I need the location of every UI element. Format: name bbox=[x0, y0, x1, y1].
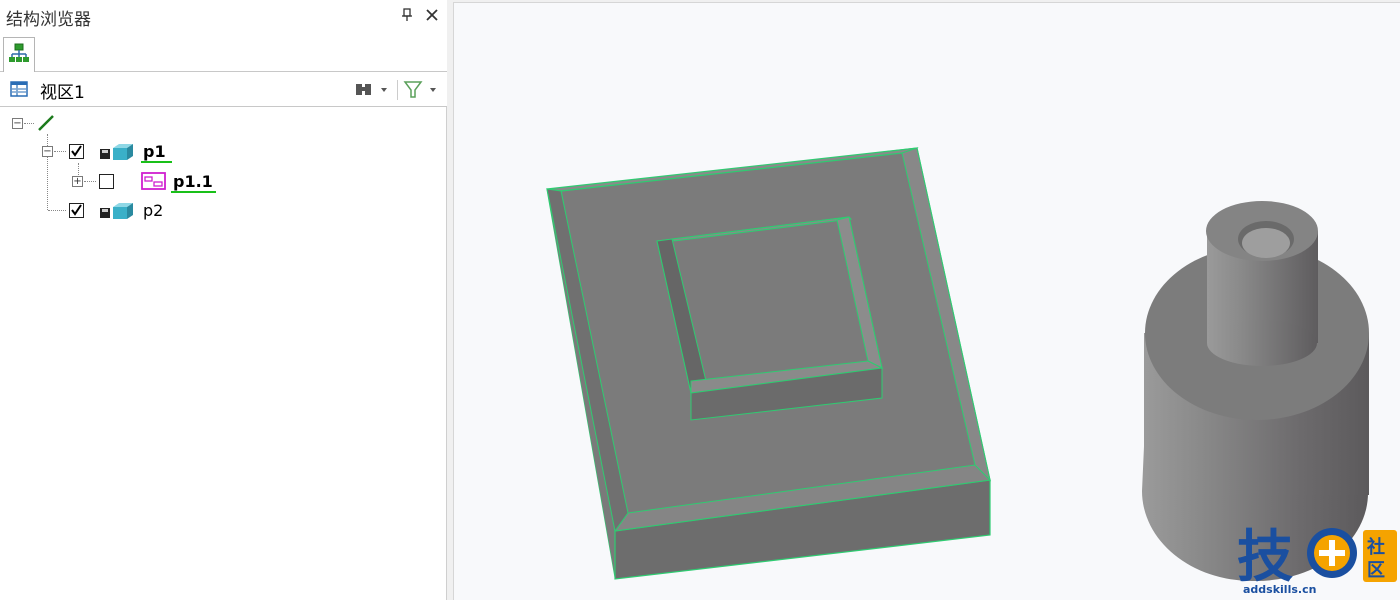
watermark-side-char-1: 社 bbox=[1367, 536, 1385, 558]
root-expander[interactable]: − bbox=[12, 118, 23, 129]
filter-button[interactable] bbox=[403, 80, 441, 100]
tree-connector bbox=[54, 151, 66, 152]
binoculars-icon bbox=[356, 84, 387, 95]
tree-item-p1[interactable]: p1 bbox=[143, 142, 166, 161]
filter-icon bbox=[403, 81, 436, 98]
watermark-site: addskills.cn bbox=[1243, 583, 1317, 596]
close-icon[interactable] bbox=[424, 7, 440, 23]
watermark-side-char-2: 区 bbox=[1367, 560, 1385, 581]
part-icon bbox=[99, 201, 135, 225]
p1-checkbox[interactable] bbox=[69, 144, 84, 159]
sketch-line-icon[interactable] bbox=[36, 113, 56, 137]
p1-1-checkbox[interactable] bbox=[99, 174, 114, 189]
tree-item-p1-1[interactable]: p1.1 bbox=[173, 172, 213, 191]
part-icon bbox=[99, 142, 135, 166]
panel-header: 结构浏览器 bbox=[0, 0, 447, 34]
view-icon bbox=[10, 81, 28, 97]
assembly-icon bbox=[141, 171, 167, 195]
active-underline bbox=[141, 161, 172, 163]
toolbar-divider bbox=[397, 80, 398, 100]
tab-structure-tree[interactable] bbox=[3, 37, 35, 72]
structure-tree-icon bbox=[9, 43, 29, 62]
tree-connector bbox=[84, 181, 96, 182]
tree-connector bbox=[24, 123, 34, 124]
structure-tree: − − p1 + p1.1 p2 bbox=[0, 108, 446, 600]
view-bar: 视区1 bbox=[0, 72, 447, 107]
view-label: 视区1 bbox=[40, 83, 85, 103]
tree-connector bbox=[48, 210, 66, 211]
pin-icon[interactable] bbox=[399, 7, 415, 23]
find-button[interactable] bbox=[354, 80, 392, 100]
panel-title: 结构浏览器 bbox=[6, 10, 91, 30]
p1-1-expander[interactable]: + bbox=[72, 176, 83, 187]
scene bbox=[546, 147, 1369, 581]
tab-strip bbox=[0, 34, 447, 72]
structure-browser-panel: 结构浏览器 视区1 − − p1 + p1.1 p2 bbox=[0, 0, 447, 600]
part-p1-model[interactable] bbox=[546, 147, 992, 580]
p2-checkbox[interactable] bbox=[69, 203, 84, 218]
active-underline bbox=[171, 191, 216, 193]
p1-expander[interactable]: − bbox=[42, 146, 53, 157]
watermark-main-char: 技 bbox=[1237, 525, 1293, 590]
3d-viewport[interactable] bbox=[453, 2, 1400, 600]
tree-item-p2[interactable]: p2 bbox=[143, 201, 163, 220]
